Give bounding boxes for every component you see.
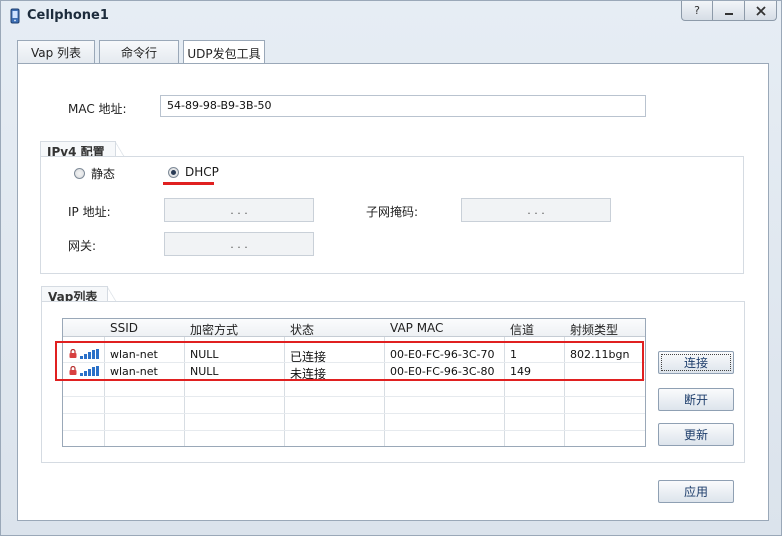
col-ssid: SSID xyxy=(110,321,139,335)
col-vap-mac: VAP MAC xyxy=(390,321,444,335)
dhcp-radio-label: DHCP xyxy=(185,165,219,179)
gateway-label: 网关: xyxy=(68,239,97,253)
title-bar: Cellphone1 ? xyxy=(1,1,781,31)
radio-checked-icon xyxy=(168,166,179,178)
gateway-input[interactable]: . . . xyxy=(164,232,314,256)
col-encryption: 加密方式 xyxy=(190,323,239,337)
table-row-empty xyxy=(63,431,645,448)
dhcp-highlight-underline xyxy=(163,182,214,185)
table-header: SSID 加密方式 状态 VAP MAC 信道 射频类型 xyxy=(63,319,645,337)
apply-button[interactable]: 应用 xyxy=(658,480,734,503)
dhcp-radio[interactable]: DHCP xyxy=(168,165,219,179)
main-panel: MAC 地址: 54-89-98-B9-3B-50 IPv4 配置 静态 DHC… xyxy=(17,63,769,521)
refresh-button[interactable]: 更新 xyxy=(658,423,734,446)
close-button[interactable] xyxy=(745,1,777,21)
rows-highlight-box xyxy=(55,341,644,381)
mac-label: MAC 地址: xyxy=(68,102,127,116)
connect-button[interactable]: 连接 xyxy=(658,351,734,374)
ip-address-label: IP 地址: xyxy=(68,205,111,219)
radio-unchecked-icon xyxy=(74,168,85,179)
subnet-mask-input[interactable]: . . . xyxy=(461,198,611,222)
static-radio[interactable]: 静态 xyxy=(74,165,115,182)
mac-address-field[interactable]: 54-89-98-B9-3B-50 xyxy=(160,95,646,117)
cellphone-app-icon xyxy=(10,8,20,24)
table-row-empty xyxy=(63,397,645,414)
tab-bar: Vap 列表 命令行 UDP发包工具 xyxy=(17,40,269,65)
tab-vap-list[interactable]: Vap 列表 xyxy=(17,40,95,64)
minimize-button[interactable] xyxy=(713,1,745,21)
app-window: Cellphone1 ? Vap 列表 命令行 UDP发包工具 MAC 地址: … xyxy=(0,0,782,536)
minimize-icon xyxy=(724,12,733,15)
help-button[interactable]: ? xyxy=(681,1,713,21)
subnet-mask-label: 子网掩码: xyxy=(366,205,419,219)
ip-address-input[interactable]: . . . xyxy=(164,198,314,222)
table-row-empty xyxy=(63,414,645,431)
table-row-empty xyxy=(63,380,645,397)
vap-table: SSID 加密方式 状态 VAP MAC 信道 射频类型 wlan-net NU… xyxy=(62,318,646,447)
tab-udp-tool[interactable]: UDP发包工具 xyxy=(183,40,265,65)
tab-command-line[interactable]: 命令行 xyxy=(99,40,179,64)
static-radio-label: 静态 xyxy=(91,167,116,181)
col-radio-type: 射频类型 xyxy=(570,323,619,337)
disconnect-button[interactable]: 断开 xyxy=(658,388,734,411)
close-icon xyxy=(755,5,766,16)
col-status: 状态 xyxy=(290,323,315,337)
window-title: Cellphone1 xyxy=(27,8,109,23)
col-channel: 信道 xyxy=(510,323,535,337)
